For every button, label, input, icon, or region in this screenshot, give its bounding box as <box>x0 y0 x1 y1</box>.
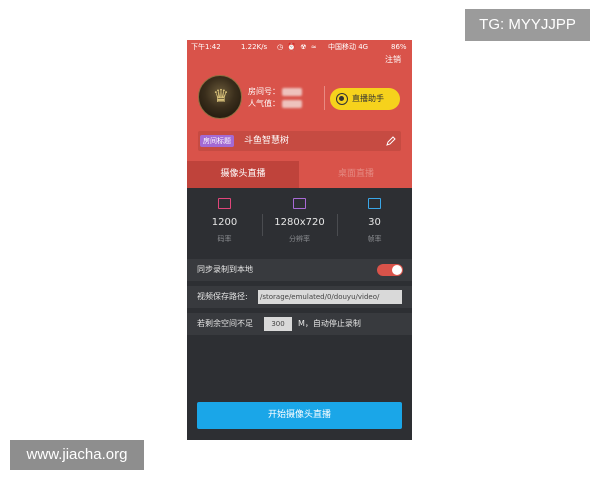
min-space-suffix: M，自动停止录制 <box>298 319 361 328</box>
save-path-field[interactable]: /storage/emulated/0/douyu/video/ <box>258 290 402 304</box>
popularity-value-blurred <box>282 99 302 108</box>
header-divider <box>324 86 325 110</box>
min-space-input[interactable]: 300 <box>264 317 292 331</box>
stat-resolution-value: 1280x720 <box>274 217 325 228</box>
min-space-label: 若剩余空间不足 <box>197 319 253 328</box>
stat-framerate-value: 30 <box>368 217 381 228</box>
min-space-row: 若剩余空间不足 300 M，自动停止录制 <box>187 313 412 335</box>
save-path-label: 视频保存路径: <box>197 292 248 301</box>
room-title-text: 斗鱼智慧树 <box>244 136 290 146</box>
stream-stats: 1200 码率 1280x720 分辨率 30 帧率 <box>187 192 412 252</box>
start-camera-live-button[interactable]: 开始摄像头直播 <box>197 402 402 429</box>
save-path-row: 视频保存路径: /storage/emulated/0/douyu/video/ <box>187 286 412 308</box>
watermark-bottom: www.jiacha.org <box>10 440 144 470</box>
popularity-label: 人气值： <box>248 99 280 108</box>
live-assistant-label: 直播助手 <box>352 94 384 103</box>
room-header: 注销 ♛ 房间号： 人气值： 直播助手 房间标题 斗鱼智慧树 <box>187 54 412 161</box>
toggle-knob <box>392 265 402 275</box>
edit-icon[interactable] <box>386 136 396 146</box>
popularity-row: 人气值： <box>248 98 302 110</box>
phone-screen: 下午1:42 1.22K/s ◷ ⏰ ☢ ≈ 中国移动 4G 86% 注销 ♛ … <box>187 40 412 440</box>
stat-bitrate-value: 1200 <box>211 217 238 228</box>
status-carrier: 中国移动 4G <box>328 43 369 51</box>
status-icons: ◷ ⏰ ☢ ≈ <box>277 43 318 51</box>
stat-resolution[interactable]: 1280x720 分辨率 <box>262 192 337 252</box>
stat-bitrate-label: 码率 <box>217 235 232 243</box>
room-number-label: 房间号： <box>248 87 280 96</box>
framerate-icon <box>368 198 381 209</box>
avatar-image-icon: ♛ <box>212 86 230 107</box>
sync-record-row: 同步录制到本地 <box>187 259 412 281</box>
room-number-row: 房间号： <box>248 86 302 98</box>
status-bar: 下午1:42 1.22K/s ◷ ⏰ ☢ ≈ 中国移动 4G 86% <box>187 40 412 54</box>
stat-framerate[interactable]: 30 帧率 <box>337 192 412 252</box>
stat-resolution-label: 分辨率 <box>289 235 310 243</box>
assistant-icon <box>336 93 348 105</box>
status-speed: 1.22K/s <box>241 43 268 51</box>
sync-record-toggle[interactable] <box>377 264 403 276</box>
stat-framerate-label: 帧率 <box>367 235 382 243</box>
bitrate-icon <box>218 198 231 209</box>
tab-desktop-live[interactable]: 桌面直播 <box>300 161 412 188</box>
screenshot-canvas: TG: MYYJJPP 下午1:42 1.22K/s ◷ ⏰ ☢ ≈ 中国移动 … <box>0 0 600 480</box>
status-battery: 86% <box>391 43 407 51</box>
room-title-row[interactable]: 房间标题 斗鱼智慧树 <box>198 131 401 151</box>
resolution-icon <box>293 198 306 209</box>
room-number-value-blurred <box>282 87 302 96</box>
live-assistant-button[interactable]: 直播助手 <box>330 88 400 110</box>
watermark-top: TG: MYYJJPP <box>465 9 590 41</box>
room-title-badge: 房间标题 <box>200 135 234 147</box>
room-info: 房间号： 人气值： <box>248 86 302 110</box>
sync-record-label: 同步录制到本地 <box>197 265 253 274</box>
stat-bitrate[interactable]: 1200 码率 <box>187 192 262 252</box>
logout-button[interactable]: 注销 <box>385 54 401 66</box>
avatar[interactable]: ♛ <box>198 75 242 119</box>
live-mode-tabs: 摄像头直播 桌面直播 <box>187 161 412 188</box>
status-time: 下午1:42 <box>191 43 221 51</box>
tab-camera-live[interactable]: 摄像头直播 <box>187 161 299 188</box>
